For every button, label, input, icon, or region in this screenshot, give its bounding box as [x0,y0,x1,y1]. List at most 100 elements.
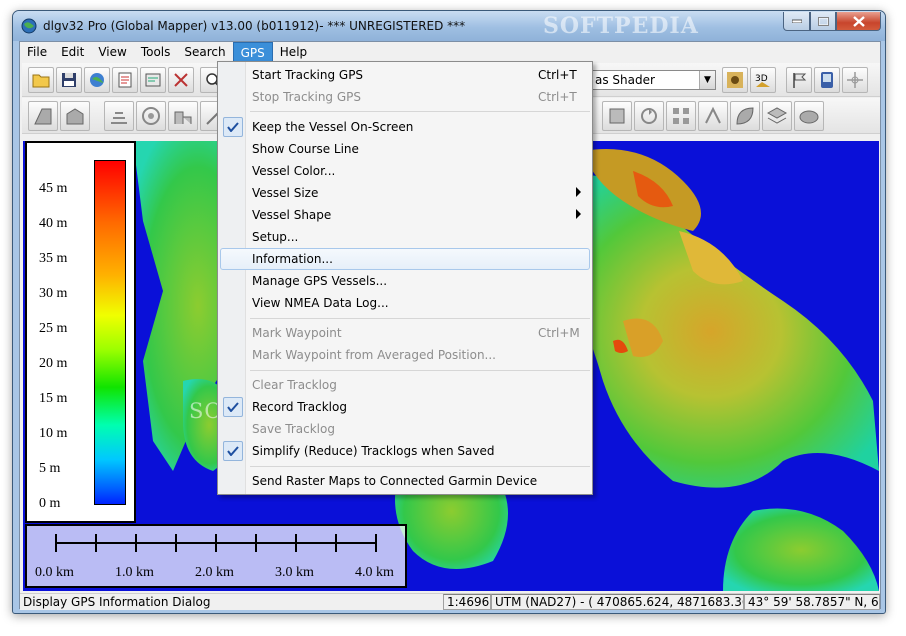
open-button[interactable] [28,67,54,93]
status-scale: 1:46960 [443,594,491,610]
menu-item-vessel-color[interactable]: Vessel Color... [220,160,590,182]
menu-help[interactable]: Help [273,42,314,62]
shader-select-value: as Shader [595,73,655,87]
crossed-tools-icon [174,73,188,87]
minimize-icon [791,19,802,23]
tools-button[interactable] [168,67,194,93]
menu-item-vessel-shape[interactable]: Vessel Shape [220,204,590,226]
legend-label: 45 m [39,181,68,196]
connect-tool-icon [705,106,721,124]
menu-item-information[interactable]: Information... [220,248,590,270]
digitizer-tool-7[interactable] [602,101,632,131]
scale-label: 1.0 km [115,565,154,580]
gps-device-button[interactable] [814,67,840,93]
submenu-arrow-icon [576,187,581,197]
svg-text:3D: 3D [755,74,768,84]
menu-edit[interactable]: Edit [54,42,91,62]
menu-item-start-tracking[interactable]: Start Tracking GPS Ctrl+T [220,64,590,86]
close-button[interactable] [836,12,881,31]
flag-button[interactable] [786,67,812,93]
menu-item-stop-tracking[interactable]: Stop Tracking GPS Ctrl+T [220,86,590,108]
globe-app-icon [21,18,37,34]
menu-item-save-tracklog[interactable]: Save Tracklog [220,418,590,440]
minimize-button[interactable] [783,12,810,31]
web-data-button[interactable] [84,67,110,93]
menu-item-course-line[interactable]: Show Course Line [220,138,590,160]
legend-label: 10 m [39,426,68,441]
blob-tool-icon [799,110,819,124]
rotate-tool-icon [641,108,657,124]
menu-item-vessel-size[interactable]: Vessel Size [220,182,590,204]
menu-file[interactable]: File [20,42,54,62]
menu-item-label: Show Course Line [252,142,359,156]
leaf-tool-icon [736,107,754,125]
digitizer-tool-11[interactable] [730,101,760,131]
shader-settings-button[interactable] [722,67,748,93]
draw-shape-icon [66,108,84,125]
menu-bar: File Edit View Tools Search GPS Help [20,42,880,62]
scale-label: 0.0 km [35,565,74,580]
digitizer-tool-8[interactable] [634,101,664,131]
line-tool-icon [111,112,127,124]
digitizer-tool-3[interactable] [104,101,134,131]
crosshair-grid-icon [847,72,863,88]
menu-item-keep-vessel[interactable]: Keep the Vessel On-Screen [220,116,590,138]
menu-item-shortcut: Ctrl+T [538,68,577,82]
menu-item-label: Record Tracklog [252,400,347,414]
menu-item-label: Vessel Color... [252,164,336,178]
shader-select[interactable]: as Shader ▼ [592,70,716,90]
digitizer-tool-10[interactable] [698,101,728,131]
menu-separator [250,111,590,112]
menu-gps[interactable]: GPS [232,42,273,62]
3d-view-button[interactable]: 3D [750,67,776,93]
menu-separator [250,466,590,467]
menu-item-label: Save Tracklog [252,422,335,436]
scale-ruler [55,534,377,552]
save-button[interactable] [56,67,82,93]
menu-item-record-tracklog[interactable]: Record Tracklog [220,396,590,418]
menu-view[interactable]: View [91,42,133,62]
globe-icon [90,73,104,87]
digitizer-tool-13[interactable] [794,101,824,131]
title-bar[interactable]: dlgv32 Pro (Global Mapper) v13.00 (b0119… [13,11,885,41]
menu-item-mark-averaged[interactable]: Mark Waypoint from Averaged Position... [220,344,590,366]
submenu-arrow-icon [576,209,581,219]
maximize-button[interactable] [810,12,836,31]
menu-tools[interactable]: Tools [134,42,178,62]
edit-shape-icon [34,108,52,125]
digitizer-tool-9[interactable] [666,101,696,131]
menu-item-label: Send Raster Maps to Connected Garmin Dev… [252,474,538,488]
menu-item-label: Vessel Shape [252,208,332,222]
digitizer-tool-4[interactable] [136,101,166,131]
menu-item-label: Stop Tracking GPS [252,90,362,104]
overlay-control-button[interactable] [112,67,138,93]
gps-menu-dropdown: Start Tracking GPS Ctrl+T Stop Tracking … [217,61,593,495]
grid-button[interactable] [842,67,868,93]
menu-search[interactable]: Search [177,42,232,62]
menu-item-simplify-tracklogs[interactable]: Simplify (Reduce) Tracklogs when Saved [220,440,590,462]
menu-separator [250,318,590,319]
config-button[interactable] [140,67,166,93]
elevation-legend: 45 m 40 m 35 m 30 m 25 m 20 m 15 m 10 m … [25,141,136,523]
menu-item-label: Keep the Vessel On-Screen [252,120,414,134]
menu-item-manage-vessels[interactable]: Manage GPS Vessels... [220,270,590,292]
softpedia-watermark: SOFTPEDIA [543,13,699,39]
status-projection: UTM (NAD27) - ( 470865.624, 4871683.360,… [491,594,744,610]
chevron-down-icon[interactable]: ▼ [699,71,715,89]
menu-item-label: Manage GPS Vessels... [252,274,388,288]
device-icon [821,72,833,88]
menu-item-clear-tracklog[interactable]: Clear Tracklog [220,374,590,396]
digitizer-tool-12[interactable] [762,101,792,131]
digitizer-tool-1[interactable] [28,101,58,131]
legend-label: 5 m [39,461,61,476]
menu-item-shortcut: Ctrl+M [538,326,580,340]
digitizer-tool-2[interactable] [60,101,90,131]
menu-item-label: Simplify (Reduce) Tracklogs when Saved [252,444,495,458]
menu-item-setup[interactable]: Setup... [220,226,590,248]
checkmark-icon [223,441,243,461]
menu-item-send-raster-maps[interactable]: Send Raster Maps to Connected Garmin Dev… [220,470,590,492]
scale-label: 4.0 km [355,565,394,580]
digitizer-tool-5[interactable] [168,101,198,131]
menu-item-mark-waypoint[interactable]: Mark Waypoint Ctrl+M [220,322,590,344]
menu-item-nmea-log[interactable]: View NMEA Data Log... [220,292,590,314]
